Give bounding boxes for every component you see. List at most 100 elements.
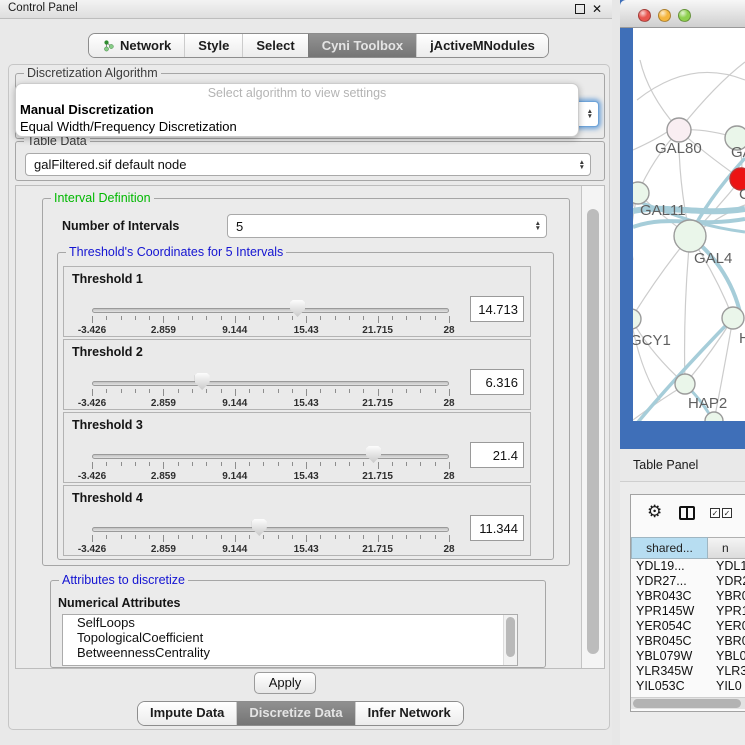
- apply-button[interactable]: Apply: [254, 672, 316, 694]
- combo-stepper-icon[interactable]: ▲ ▼: [579, 160, 585, 170]
- table-cell[interactable]: YDL1: [708, 559, 745, 574]
- table-cell[interactable]: YBR0: [708, 589, 745, 604]
- algorithm-option[interactable]: Manual Discretization: [16, 102, 578, 119]
- column-header[interactable]: shared...: [631, 537, 708, 559]
- tick-label: 15.43: [294, 544, 319, 555]
- table-row[interactable]: YLR345WYLR3: [631, 664, 745, 679]
- table-row[interactable]: YBR043CYBR0: [631, 589, 745, 604]
- float-window-icon[interactable]: [575, 4, 585, 14]
- threshold-value-field[interactable]: [470, 369, 524, 395]
- tab-network[interactable]: Network: [89, 34, 184, 57]
- table-cell[interactable]: YDL19...: [631, 559, 708, 574]
- scrollbar-thumb[interactable]: [587, 209, 599, 654]
- slider-thumb[interactable]: [290, 300, 305, 317]
- combo-value: 5: [236, 219, 243, 234]
- tab-impute-data[interactable]: Impute Data: [138, 702, 236, 725]
- network-node[interactable]: [633, 182, 649, 204]
- gear-icon[interactable]: ⚙: [647, 502, 662, 522]
- checkbox-icon[interactable]: ✓: [710, 508, 720, 518]
- scrollbar-thumb[interactable]: [633, 699, 741, 708]
- slider-track[interactable]: [92, 454, 449, 459]
- threshold-value-field[interactable]: [470, 442, 524, 468]
- table-row[interactable]: YPR145WYPR1: [631, 604, 745, 619]
- combo-stepper-icon[interactable]: ▲ ▼: [587, 109, 593, 119]
- table-cell[interactable]: YIL0: [708, 679, 745, 694]
- table-cell[interactable]: YER0: [708, 619, 745, 634]
- network-canvas[interactable]: GAL80GACGAL11GAL4GCY1HHAP2: [633, 28, 745, 421]
- checkbox-icon[interactable]: ✓: [722, 508, 732, 518]
- table-cell[interactable]: YBR045C: [631, 634, 708, 649]
- threshold-slider[interactable]: -3.4262.8599.14415.4321.71528: [92, 373, 449, 409]
- tab-select[interactable]: Select: [242, 34, 307, 57]
- table-cell[interactable]: YBL0: [708, 649, 745, 664]
- stepper-down-icon[interactable]: ▼: [579, 165, 585, 170]
- table-cell[interactable]: YIL053C: [631, 679, 708, 694]
- threshold-value-field[interactable]: [470, 296, 524, 322]
- mac-minimize-button[interactable]: [658, 9, 671, 22]
- combo-stepper-icon[interactable]: ▲ ▼: [535, 221, 541, 231]
- table-cell[interactable]: YPR1: [708, 604, 745, 619]
- slider-track[interactable]: [92, 308, 449, 313]
- slider-track[interactable]: [92, 527, 449, 532]
- network-edge[interactable]: [637, 72, 745, 100]
- threshold-label: Threshold 3: [72, 418, 143, 432]
- tab-infer-network[interactable]: Infer Network: [355, 702, 463, 725]
- network-node[interactable]: [722, 307, 744, 329]
- network-edge[interactable]: [633, 319, 685, 384]
- table-cell[interactable]: YBR043C: [631, 589, 708, 604]
- list-vertical-scrollbar[interactable]: [503, 615, 517, 665]
- number-of-intervals-combobox[interactable]: 5 ▲ ▼: [227, 214, 547, 238]
- network-node[interactable]: [674, 220, 706, 252]
- table-row[interactable]: YDL19...YDL1: [631, 559, 745, 574]
- table-row[interactable]: YBL079WYBL0: [631, 649, 745, 664]
- table-row[interactable]: YBR045CYBR0: [631, 634, 745, 649]
- close-icon[interactable]: ✕: [592, 2, 602, 16]
- slider-tick: [121, 389, 122, 393]
- list-item[interactable]: TopologicalCoefficient: [63, 630, 517, 645]
- slider-thumb[interactable]: [252, 519, 267, 536]
- table-cell[interactable]: YLR345W: [631, 664, 708, 679]
- tab-discretize-data[interactable]: Discretize Data: [236, 702, 354, 725]
- slider-tick: [306, 535, 307, 542]
- table-cell[interactable]: YDR27...: [631, 574, 708, 589]
- table-cell[interactable]: YDR2: [708, 574, 745, 589]
- algorithm-option[interactable]: Equal Width/Frequency Discretization: [16, 119, 578, 136]
- table-row[interactable]: YDR27...YDR2: [631, 574, 745, 589]
- table-cell[interactable]: YER054C: [631, 619, 708, 634]
- tab-cyni-toolbox[interactable]: Cyni Toolbox: [308, 34, 416, 57]
- network-node[interactable]: [675, 374, 695, 394]
- column-header[interactable]: n: [708, 537, 745, 559]
- table-cell[interactable]: YBL079W: [631, 649, 708, 664]
- stepper-down-icon[interactable]: ▼: [587, 114, 593, 119]
- slider-thumb[interactable]: [366, 446, 381, 463]
- network-node[interactable]: [667, 118, 691, 142]
- table-row[interactable]: YIL053CYIL0: [631, 679, 745, 694]
- tab-style[interactable]: Style: [184, 34, 242, 57]
- tab-jactivemnodules[interactable]: jActiveMNodules: [416, 34, 548, 57]
- slider-tick: [292, 535, 293, 539]
- panel-vertical-scrollbar[interactable]: [581, 186, 604, 668]
- table-cell[interactable]: YLR3: [708, 664, 745, 679]
- slider-tick: [335, 316, 336, 320]
- threshold-slider[interactable]: -3.4262.8599.14415.4321.71528: [92, 519, 449, 555]
- threshold-slider[interactable]: -3.4262.8599.14415.4321.71528: [92, 300, 449, 336]
- table-data-combobox[interactable]: galFiltered.sif default node ▲ ▼: [25, 153, 591, 176]
- scrollbar-thumb[interactable]: [506, 617, 515, 657]
- slider-track[interactable]: [92, 381, 449, 386]
- network-node[interactable]: [633, 309, 641, 329]
- network-window-titlebar[interactable]: [620, 0, 745, 28]
- slider-thumb[interactable]: [195, 373, 210, 390]
- list-item[interactable]: SelfLoops: [63, 615, 517, 630]
- mac-zoom-button[interactable]: [678, 9, 691, 22]
- threshold-value-field[interactable]: [470, 515, 524, 541]
- table-horizontal-scrollbar[interactable]: [631, 697, 745, 709]
- numerical-attributes-list[interactable]: SelfLoopsTopologicalCoefficientBetweenne…: [62, 614, 518, 666]
- table-cell[interactable]: YBR0: [708, 634, 745, 649]
- mac-close-button[interactable]: [638, 9, 651, 22]
- columns-icon[interactable]: [679, 506, 695, 520]
- stepper-down-icon[interactable]: ▼: [535, 226, 541, 231]
- table-row[interactable]: YER054CYER0: [631, 619, 745, 634]
- table-cell[interactable]: YPR145W: [631, 604, 708, 619]
- list-item[interactable]: BetweennessCentrality: [63, 645, 517, 660]
- threshold-slider[interactable]: -3.4262.8599.14415.4321.71528: [92, 446, 449, 482]
